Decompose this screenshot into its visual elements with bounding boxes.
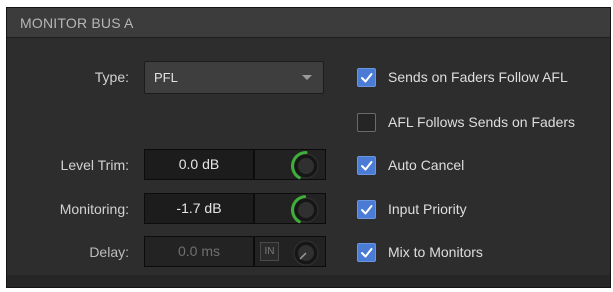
panel-footer-shade [7,275,610,287]
panel-title: MONITOR BUS A [20,15,134,31]
type-label: Type: [94,69,129,85]
monitoring-field[interactable]: -1.7 dB [144,193,254,224]
delay-label: Delay: [89,244,129,260]
option-label: AFL Follows Sends on Faders [388,114,576,130]
checkbox-checked[interactable] [357,243,376,262]
checkmark-icon [361,205,373,215]
delay-knob[interactable] [288,235,324,271]
checkbox-unchecked[interactable] [357,113,376,132]
option-label: Input Priority [388,201,467,217]
checkmark-icon [361,73,373,83]
checkmark-icon [361,161,373,171]
checkmark-icon [361,248,373,258]
option-label: Auto Cancel [388,157,465,173]
level-trim-label: Level Trim: [60,157,129,173]
delay-knob-well: IN [254,236,326,267]
checkbox-checked[interactable] [357,156,376,175]
monitor-bus-panel: MONITOR BUS A Type: PFL Level Trim: 0.0 … [6,7,611,288]
chevron-down-icon [302,75,312,80]
monitoring-knob-well [254,193,326,224]
monitoring-knob[interactable] [288,192,324,228]
type-select-value: PFL [154,70,178,85]
delay-field[interactable]: 0.0 ms [144,236,254,267]
option-label: Mix to Monitors [388,244,483,260]
option-label: Sends on Faders Follow AFL [388,69,568,85]
checkbox-checked[interactable] [357,200,376,219]
monitoring-label: Monitoring: [59,201,129,217]
level-trim-knob[interactable] [288,148,324,184]
level-trim-knob-well [254,149,326,180]
checkbox-checked[interactable] [357,68,376,87]
type-select[interactable]: PFL [144,61,324,94]
level-trim-field[interactable]: 0.0 dB [144,149,254,180]
panel-header: MONITOR BUS A [7,8,610,38]
delay-in-button[interactable]: IN [260,242,279,261]
